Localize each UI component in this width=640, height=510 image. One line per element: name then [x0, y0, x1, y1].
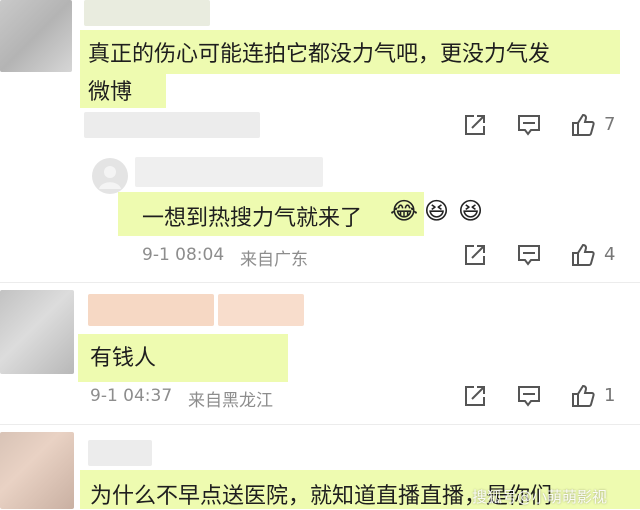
like-count: 4: [604, 244, 616, 265]
avatar[interactable]: [0, 290, 74, 374]
comment-time: 9-1 04:37: [90, 386, 173, 406]
comment-icon[interactable]: [516, 242, 542, 268]
divider: [0, 282, 640, 283]
comment-icon[interactable]: [516, 383, 542, 409]
like-icon[interactable]: [570, 242, 596, 268]
emoji-laugh: 😆: [424, 197, 450, 225]
comment-text: 一想到热搜力气就来了: [142, 206, 363, 231]
like-count: 1: [604, 385, 616, 406]
share-icon[interactable]: [462, 112, 488, 138]
share-icon[interactable]: [462, 242, 488, 268]
avatar[interactable]: [0, 432, 74, 509]
username[interactable]: [88, 294, 214, 326]
avatar[interactable]: [92, 158, 128, 194]
like-count: 7: [604, 114, 616, 135]
watermark: 搜狐号@小萌萌影视: [472, 488, 608, 506]
emoji-laugh: 😂: [390, 197, 419, 225]
comment-meta: [84, 112, 260, 138]
username[interactable]: [88, 440, 152, 466]
comment-text: 微博: [88, 80, 133, 105]
like-icon[interactable]: [570, 112, 596, 138]
username[interactable]: [218, 294, 304, 326]
avatar[interactable]: [0, 0, 72, 72]
like-icon[interactable]: [570, 383, 596, 409]
comment-location: 来自广东: [240, 250, 308, 270]
divider: [0, 424, 640, 425]
comment-text: 真正的伤心可能连拍它都没力气吧，更没力气发: [88, 42, 551, 67]
comment-icon[interactable]: [516, 112, 542, 138]
share-icon[interactable]: [462, 383, 488, 409]
comment-location: 来自黑龙江: [188, 391, 273, 411]
user-placeholder-icon: [99, 166, 121, 189]
username[interactable]: [135, 157, 323, 187]
comment-text: 有钱人: [90, 346, 157, 371]
username[interactable]: [84, 0, 210, 26]
emoji-laugh: 😆: [458, 197, 484, 225]
comment-time: 9-1 08:04: [142, 245, 225, 265]
